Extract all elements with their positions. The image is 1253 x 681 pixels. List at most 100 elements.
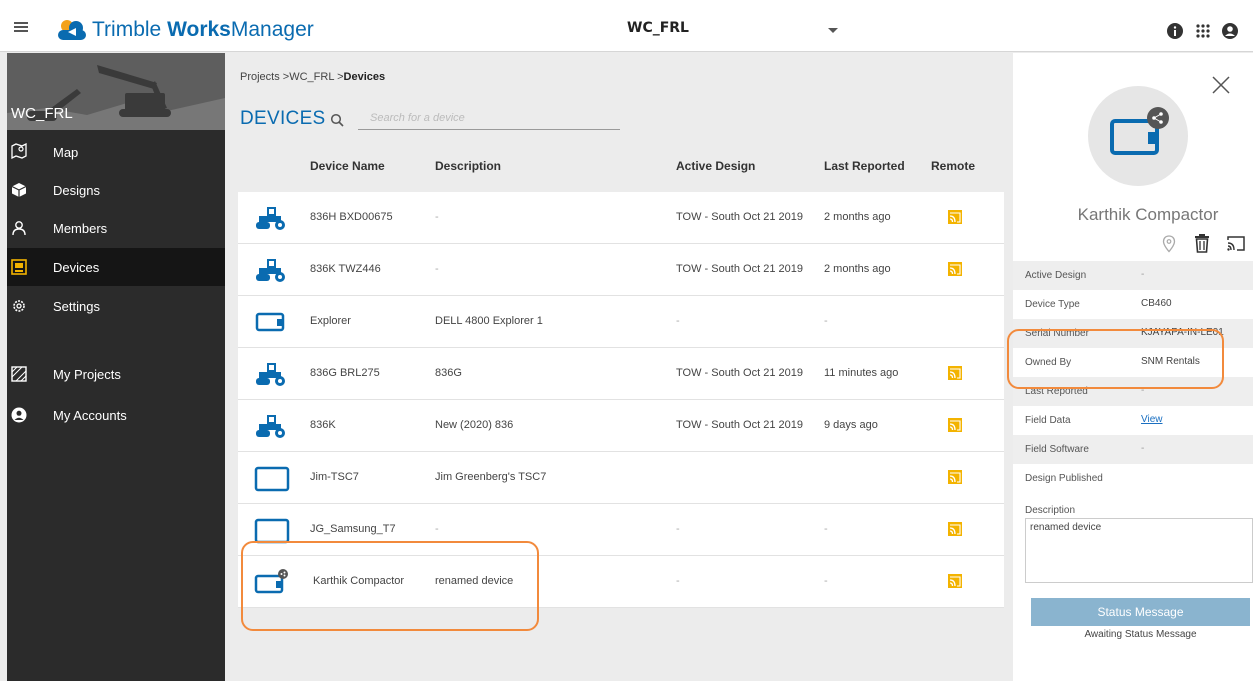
table-row[interactable]: 836K New (2020) 836 TOW - South Oct 21 201… xyxy=(238,400,1004,452)
sidebar-item-label: Settings xyxy=(53,299,100,314)
map-pin-icon xyxy=(11,143,27,159)
sidebar-item-devices[interactable]: Devices xyxy=(7,248,225,286)
table-row[interactable]: Jim-TSC7 Jim Greenberg's TSC7 xyxy=(238,452,1004,504)
highlight-annotation-owner xyxy=(1007,329,1224,389)
sidebar-item-my-projects[interactable]: My Projects xyxy=(7,355,225,393)
sidebar-item-label: Devices xyxy=(53,260,100,275)
hamburger-menu-icon[interactable] xyxy=(14,22,28,32)
delete-trash-icon[interactable] xyxy=(1194,234,1210,253)
cell-active-design: TOW - South Oct 21 2019 xyxy=(676,263,803,275)
cell-active-design: - xyxy=(676,523,680,535)
cell-device-name[interactable]: Jim-TSC7 xyxy=(310,471,359,483)
description-textarea[interactable]: renamed device xyxy=(1025,518,1253,583)
sidebar-item-label: Members xyxy=(53,221,108,236)
cell-device-name[interactable]: Explorer xyxy=(310,315,351,327)
breadcrumb-project[interactable]: WC_FRL xyxy=(289,71,334,83)
brand-part-trimble: Trimble xyxy=(92,18,168,41)
table-row[interactable]: 836H BXD00675 - TOW - South Oct 21 2019 2 m… xyxy=(238,192,1004,244)
cell-active-design: - xyxy=(676,575,680,587)
property-value: CB460 xyxy=(1141,298,1172,309)
property-row: Device Type CB460 xyxy=(1013,290,1253,319)
search-input[interactable] xyxy=(358,107,620,130)
cell-last-reported: 11 minutes ago xyxy=(824,367,899,379)
cell-active-design: TOW - South Oct 21 2019 xyxy=(676,211,803,223)
sidebar-item-designs[interactable]: Designs xyxy=(7,171,225,209)
table-row[interactable]: 836G BRL275 836G TOW - South Oct 21 2019 11… xyxy=(238,348,1004,400)
search-icon[interactable] xyxy=(330,113,344,127)
remote-cast-icon[interactable] xyxy=(948,366,962,380)
project-hero-banner: WC_FRL xyxy=(7,53,225,130)
compactor-icon xyxy=(256,259,285,282)
sidebar-item-map[interactable]: Map xyxy=(7,133,225,171)
compactor-icon xyxy=(256,415,285,438)
sidebar-item-my-accounts[interactable]: My Accounts xyxy=(7,396,225,434)
user-account-icon[interactable] xyxy=(1221,22,1239,40)
status-message-button[interactable]: Status Message xyxy=(1031,598,1250,626)
trimble-logo-icon xyxy=(58,20,86,40)
cell-last-reported: - xyxy=(824,523,828,535)
cell-device-name[interactable]: JG_Samsung_T7 xyxy=(310,523,396,535)
project-selector-label[interactable]: WC_FRL xyxy=(627,20,689,36)
cell-device-name[interactable]: 836H BXD00675 xyxy=(310,211,393,223)
property-value: - xyxy=(1141,269,1145,280)
remote-cast-icon[interactable] xyxy=(948,418,962,432)
close-icon[interactable] xyxy=(1210,74,1232,96)
table-row[interactable]: 836K TWZ446 - TOW - South Oct 21 2019 2 mon… xyxy=(238,244,1004,296)
table-row[interactable]: Explorer DELL 4800 Explorer 1 - - xyxy=(238,296,1004,348)
cell-device-name[interactable]: 836K TWZ446 xyxy=(310,263,381,275)
column-header-device-name[interactable]: Device Name xyxy=(310,159,385,173)
tablet-icon xyxy=(255,312,285,332)
description-label: Description xyxy=(1025,505,1076,516)
cube-icon xyxy=(11,183,27,197)
sidebar-item-label: Designs xyxy=(53,183,100,198)
remote-cast-icon[interactable] xyxy=(948,210,962,224)
cell-description: Jim Greenberg's TSC7 xyxy=(435,471,547,483)
property-row: Field Software - xyxy=(1013,435,1253,464)
column-header-active-design[interactable]: Active Design xyxy=(676,159,755,173)
cell-device-name[interactable]: 836K xyxy=(310,419,336,431)
sidebar-item-members[interactable]: Members xyxy=(7,209,225,247)
table-header: Device Name Description Active Design La… xyxy=(238,142,1004,192)
column-header-last-reported[interactable]: Last Reported xyxy=(824,159,905,173)
property-label: Field Data xyxy=(1025,415,1071,426)
property-row: Active Design - xyxy=(1013,261,1253,290)
property-row: Design Published xyxy=(1013,464,1253,493)
status-message-text: Awaiting Status Message xyxy=(1084,629,1197,640)
breadcrumb: Projects >WC_FRL >Devices xyxy=(240,71,385,83)
cell-description: - xyxy=(435,211,439,223)
apps-grid-icon[interactable] xyxy=(1194,22,1212,40)
cell-description: - xyxy=(435,263,439,275)
breadcrumb-current: Devices xyxy=(343,71,386,83)
cast-remote-icon[interactable] xyxy=(1227,236,1245,251)
detail-device-name: Karthik Compactor xyxy=(1077,205,1219,224)
cell-last-reported: - xyxy=(824,315,828,327)
sidebar-item-label: Map xyxy=(53,145,79,160)
property-label: Field Software xyxy=(1025,444,1089,455)
cell-last-reported: 2 months ago xyxy=(824,263,891,275)
remote-cast-icon[interactable] xyxy=(948,470,962,484)
breadcrumb-separator: > xyxy=(334,71,344,83)
info-icon[interactable] xyxy=(1166,22,1184,40)
chevron-down-icon[interactable] xyxy=(828,28,838,33)
breadcrumb-projects[interactable]: Projects xyxy=(240,71,280,83)
sidebar-item-label: My Accounts xyxy=(53,408,127,423)
column-header-remote: Remote xyxy=(931,159,976,173)
cell-last-reported: - xyxy=(824,575,828,587)
remote-cast-icon[interactable] xyxy=(948,522,962,536)
cell-description: - xyxy=(435,523,439,535)
column-header-description[interactable]: Description xyxy=(435,159,501,173)
device-icon xyxy=(11,259,27,275)
person-icon xyxy=(12,221,26,236)
sidebar: WC_FRL Map Designs Members Devices Setti… xyxy=(7,53,225,681)
property-row: Field Data View xyxy=(1013,406,1253,435)
cell-active-design: - xyxy=(676,315,680,327)
property-value[interactable]: View xyxy=(1141,414,1163,425)
property-label: Active Design xyxy=(1025,270,1087,281)
location-pin-icon[interactable] xyxy=(1162,235,1176,253)
compactor-icon xyxy=(256,207,285,230)
remote-cast-icon[interactable] xyxy=(948,574,962,588)
gear-icon xyxy=(13,300,25,312)
sidebar-item-settings[interactable]: Settings xyxy=(7,287,225,325)
remote-cast-icon[interactable] xyxy=(948,262,962,276)
cell-device-name[interactable]: 836G BRL275 xyxy=(310,367,380,379)
